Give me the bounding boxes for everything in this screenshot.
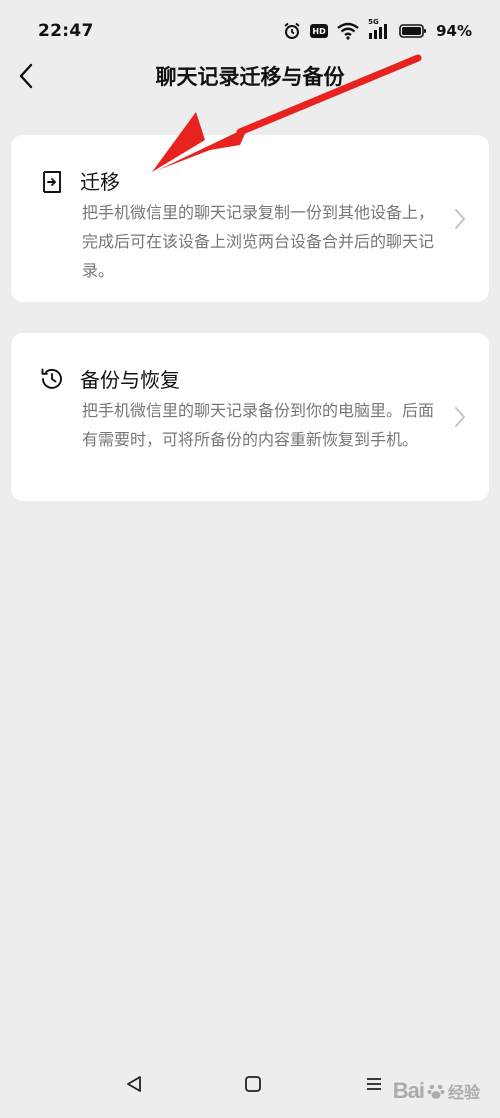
chevron-left-icon <box>19 63 33 89</box>
network-type: 5G <box>368 18 379 26</box>
watermark: Bai 经验 <box>393 1078 480 1104</box>
system-nav-bar: Bai 经验 <box>0 1054 500 1118</box>
migrate-card[interactable]: 迁移 把手机微信里的聊天记录复制一份到其他设备上，完成后可在该设备上浏览两台设备… <box>11 135 489 302</box>
backup-restore-title: 备份与恢复 <box>80 368 180 392</box>
chevron-right-icon <box>455 209 465 229</box>
page-title: 聊天记录迁移与备份 <box>155 65 345 89</box>
backup-restore-description: 把手机微信里的聊天记录备份到你的电脑里。后面有需要时，可将所备份的内容重新恢复到… <box>82 401 435 449</box>
history-icon <box>41 368 62 389</box>
paw-icon <box>427 1084 445 1099</box>
battery-percent: 94% <box>436 22 472 40</box>
cellular-signal: 5G <box>368 18 390 40</box>
wifi-icon <box>337 22 359 40</box>
migrate-description: 把手机微信里的聊天记录复制一份到其他设备上，完成后可在该设备上浏览两台设备合并后… <box>82 203 435 280</box>
backup-restore-card[interactable]: 备份与恢复 把手机微信里的聊天记录备份到你的电脑里。后面有需要时，可将所备份的内… <box>11 333 489 501</box>
system-home-button[interactable] <box>241 1072 265 1096</box>
battery-icon <box>399 24 427 38</box>
status-time: 22:47 <box>38 21 94 41</box>
back-button[interactable] <box>12 60 40 92</box>
migrate-title: 迁移 <box>80 170 120 194</box>
watermark-text: 经验 <box>447 1083 480 1102</box>
triangle-back-icon <box>127 1076 141 1092</box>
hd-badge: HD <box>310 24 329 38</box>
migrate-icon <box>43 171 61 193</box>
system-menu-button[interactable] <box>362 1072 386 1096</box>
alarm-icon <box>284 22 300 39</box>
chevron-right-icon <box>455 407 465 427</box>
menu-lines-icon <box>367 1078 381 1090</box>
system-back-button[interactable] <box>122 1072 146 1096</box>
nav-bar: 聊天记录迁移与备份 <box>0 48 500 104</box>
watermark-logo: Bai <box>392 1078 425 1103</box>
status-icons: HD 5G 94% <box>283 18 472 40</box>
square-home-icon <box>245 1076 261 1092</box>
